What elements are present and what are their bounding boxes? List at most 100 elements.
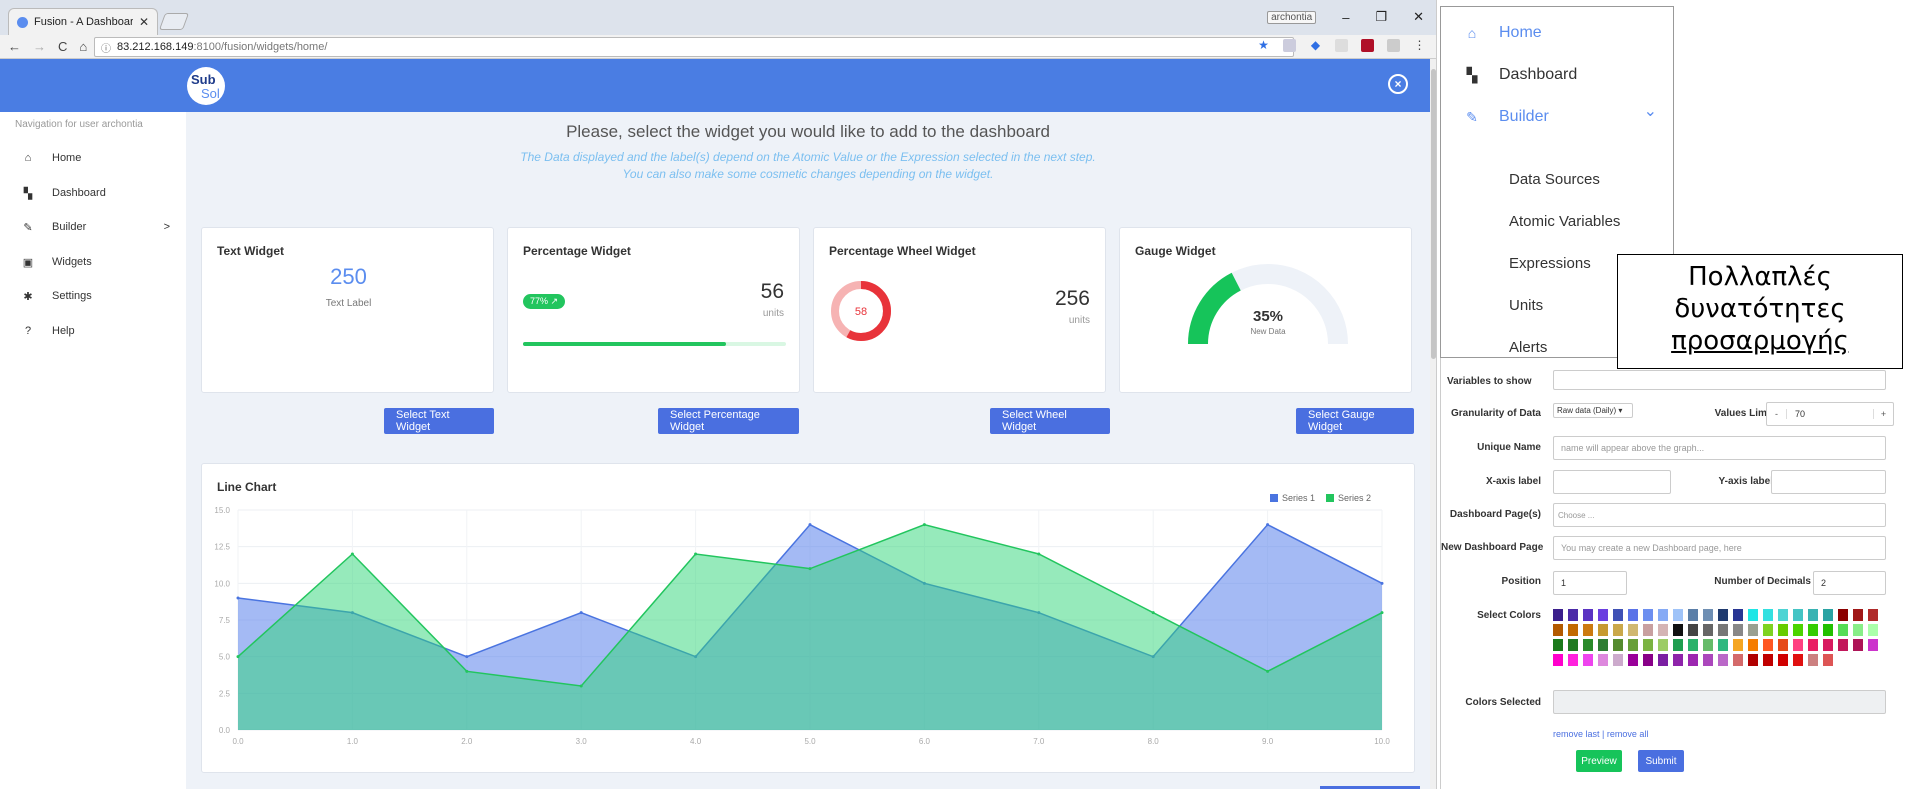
color-swatch[interactable] <box>1628 639 1638 651</box>
extension-icon[interactable]: ◆ <box>1309 39 1322 52</box>
close-icon[interactable]: × <box>1388 74 1408 94</box>
color-swatch[interactable] <box>1718 654 1728 666</box>
color-swatch[interactable] <box>1643 609 1653 621</box>
menu-sub-alerts[interactable]: Alerts <box>1509 339 1547 356</box>
x-axis-input[interactable] <box>1553 470 1671 494</box>
color-swatch[interactable] <box>1568 624 1578 636</box>
color-swatch[interactable] <box>1763 624 1773 636</box>
color-swatch[interactable] <box>1658 624 1668 636</box>
color-swatch[interactable] <box>1553 624 1563 636</box>
new-tab-button[interactable] <box>158 13 190 30</box>
color-swatch[interactable] <box>1688 654 1698 666</box>
select-gauge-widget-button[interactable]: Select Gauge Widget <box>1296 408 1414 434</box>
color-swatch[interactable] <box>1868 639 1878 651</box>
color-swatch[interactable] <box>1853 639 1863 651</box>
menu-item-builder[interactable]: ✎ Builder ⌄ <box>1441 103 1673 129</box>
color-swatch[interactable] <box>1793 654 1803 666</box>
color-swatch[interactable] <box>1628 654 1638 666</box>
color-swatch[interactable] <box>1568 609 1578 621</box>
close-window-button[interactable]: ✕ <box>1413 9 1424 25</box>
color-swatch[interactable] <box>1793 639 1803 651</box>
extension-icon[interactable] <box>1387 39 1400 52</box>
color-swatch[interactable] <box>1718 624 1728 636</box>
remove-colors-link[interactable]: remove last | remove all <box>1553 729 1648 739</box>
color-swatch[interactable] <box>1733 624 1743 636</box>
color-swatch[interactable] <box>1703 654 1713 666</box>
color-swatch[interactable] <box>1763 609 1773 621</box>
color-swatch[interactable] <box>1808 624 1818 636</box>
color-swatch[interactable] <box>1733 654 1743 666</box>
bookmark-star-icon[interactable]: ★ <box>1257 39 1270 52</box>
color-swatch[interactable] <box>1583 639 1593 651</box>
color-swatch[interactable] <box>1703 609 1713 621</box>
sidebar-item-help[interactable]: ? Help <box>0 314 186 348</box>
color-swatch[interactable] <box>1808 609 1818 621</box>
color-swatch[interactable] <box>1658 654 1668 666</box>
color-swatch[interactable] <box>1703 624 1713 636</box>
color-swatch[interactable] <box>1748 654 1758 666</box>
color-swatch[interactable] <box>1583 654 1593 666</box>
color-swatch[interactable] <box>1868 624 1878 636</box>
color-swatch[interactable] <box>1688 639 1698 651</box>
forward-arrow-icon[interactable]: → <box>33 39 46 54</box>
position-input[interactable]: 1 <box>1553 571 1627 595</box>
select-percentage-widget-button[interactable]: Select Percentage Widget <box>658 408 799 434</box>
color-swatch[interactable] <box>1553 654 1563 666</box>
color-swatch[interactable] <box>1778 654 1788 666</box>
sidebar-item-home[interactable]: ⌂ Home <box>0 141 186 175</box>
url-input[interactable]: ⓘ 83.212.168.149 :8100/fusion/widgets/ho… <box>94 37 1294 57</box>
color-swatch[interactable] <box>1673 624 1683 636</box>
color-swatch[interactable] <box>1613 624 1623 636</box>
color-swatch[interactable] <box>1748 624 1758 636</box>
color-swatch[interactable] <box>1808 654 1818 666</box>
menu-sub-expressions[interactable]: Expressions <box>1509 255 1591 272</box>
new-page-input[interactable]: You may create a new Dashboard page, her… <box>1553 536 1886 560</box>
color-swatch[interactable] <box>1838 624 1848 636</box>
color-swatch[interactable] <box>1763 654 1773 666</box>
color-swatch[interactable] <box>1643 639 1653 651</box>
color-swatch[interactable] <box>1673 639 1683 651</box>
submit-button[interactable]: Submit <box>1638 750 1684 772</box>
menu-sub-atomic-variables[interactable]: Atomic Variables <box>1509 213 1620 230</box>
variables-select[interactable] <box>1553 370 1886 390</box>
color-swatch[interactable] <box>1643 624 1653 636</box>
color-swatch[interactable] <box>1778 609 1788 621</box>
color-swatch[interactable] <box>1838 639 1848 651</box>
color-swatch[interactable] <box>1583 609 1593 621</box>
sidebar-item-dashboard[interactable]: ▚ Dashboard <box>0 176 186 210</box>
sidebar-item-widgets[interactable]: ▣ Widgets <box>0 245 186 279</box>
extension-icon[interactable] <box>1283 39 1296 52</box>
color-swatch[interactable] <box>1673 654 1683 666</box>
color-swatch[interactable] <box>1658 639 1668 651</box>
color-swatch[interactable] <box>1793 609 1803 621</box>
scrollbar-thumb[interactable] <box>1431 69 1436 359</box>
decimals-input[interactable]: 2 <box>1813 571 1886 595</box>
color-swatch[interactable] <box>1658 609 1668 621</box>
color-swatch[interactable] <box>1778 639 1788 651</box>
stepper-plus-button[interactable]: + <box>1873 409 1893 419</box>
color-swatch[interactable] <box>1703 639 1713 651</box>
home-button-icon[interactable]: ⌂ <box>79 39 87 54</box>
subsol-logo[interactable]: Sub Sol <box>187 67 225 105</box>
browser-tab[interactable]: Fusion - A Dashboard fo ✕ <box>8 8 158 35</box>
stepper-minus-button[interactable]: - <box>1767 409 1787 419</box>
y-axis-input[interactable] <box>1771 470 1886 494</box>
color-swatch[interactable] <box>1598 654 1608 666</box>
color-swatch[interactable] <box>1808 639 1818 651</box>
extension-icon[interactable] <box>1361 39 1374 52</box>
color-swatch[interactable] <box>1583 624 1593 636</box>
color-swatch[interactable] <box>1613 654 1623 666</box>
color-swatch[interactable] <box>1613 609 1623 621</box>
values-limit-stepper[interactable]: - 70 + <box>1766 402 1894 426</box>
color-swatch[interactable] <box>1643 654 1653 666</box>
color-swatch[interactable] <box>1553 639 1563 651</box>
color-swatch[interactable] <box>1823 654 1833 666</box>
select-text-widget-button[interactable]: Select Text Widget <box>384 408 494 434</box>
color-swatch[interactable] <box>1598 624 1608 636</box>
color-swatch[interactable] <box>1778 624 1788 636</box>
menu-item-dashboard[interactable]: ▚ Dashboard <box>1441 63 1673 87</box>
sidebar-item-builder[interactable]: ✎ Builder > <box>0 210 186 244</box>
color-swatch[interactable] <box>1568 639 1578 651</box>
color-swatch[interactable] <box>1748 639 1758 651</box>
color-swatch[interactable] <box>1823 639 1833 651</box>
